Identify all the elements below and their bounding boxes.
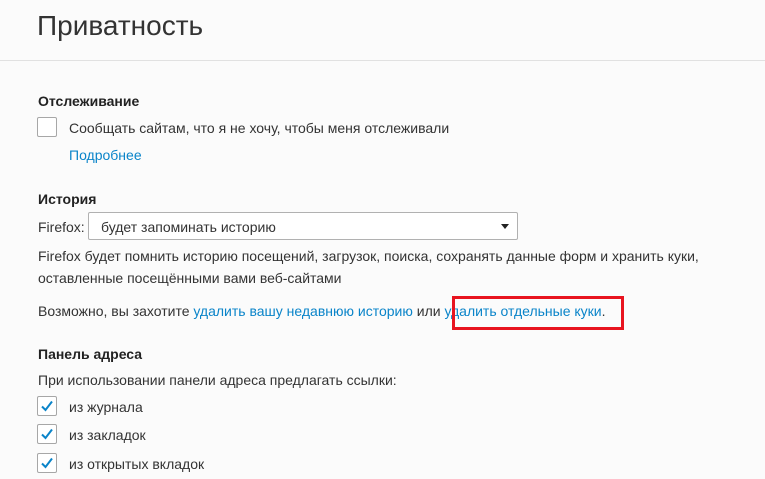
suggest-open-tabs-checkbox[interactable] xyxy=(37,453,57,473)
tracking-heading: Отслеживание xyxy=(38,93,140,109)
clear-recent-history-link[interactable]: удалить вашу недавнюю историю xyxy=(193,303,412,319)
history-actions-prefix: Возможно, вы захотите xyxy=(38,303,194,319)
suggest-bookmarks-label: из закладок xyxy=(69,427,146,443)
history-mode-select[interactable]: будет запоминать историю xyxy=(88,212,518,240)
history-select-prefix: Firefox: xyxy=(38,219,85,235)
history-heading: История xyxy=(38,191,97,207)
suggest-open-tabs-label: из открытых вкладок xyxy=(69,456,205,472)
dnt-checkbox[interactable] xyxy=(37,117,57,137)
suggest-history-label: из журнала xyxy=(69,399,143,415)
history-description-line1: Firefox будет помнить историю посещений,… xyxy=(38,248,699,264)
history-description-line2: оставленные посещёнными вами веб-сайтами xyxy=(38,270,342,286)
checkmark-icon xyxy=(41,400,53,412)
chevron-down-icon xyxy=(501,224,509,229)
learn-more-link[interactable]: Подробнее xyxy=(69,145,142,165)
page-title: Приватность xyxy=(37,10,204,41)
dnt-label: Сообщать сайтам, что я не хочу, чтобы ме… xyxy=(69,120,450,136)
address-bar-heading: Панель адреса xyxy=(38,346,143,362)
history-actions-or: или xyxy=(412,303,445,319)
checkmark-icon xyxy=(41,457,53,469)
address-bar-description: При использовании панели адреса предлага… xyxy=(38,372,397,388)
cookies-link-highlight xyxy=(452,296,624,330)
suggest-bookmarks-checkbox[interactable] xyxy=(37,424,57,444)
title-divider xyxy=(0,60,765,61)
checkmark-icon xyxy=(41,428,53,440)
history-mode-value: будет запоминать историю xyxy=(101,219,276,235)
suggest-history-checkbox[interactable] xyxy=(37,396,57,416)
